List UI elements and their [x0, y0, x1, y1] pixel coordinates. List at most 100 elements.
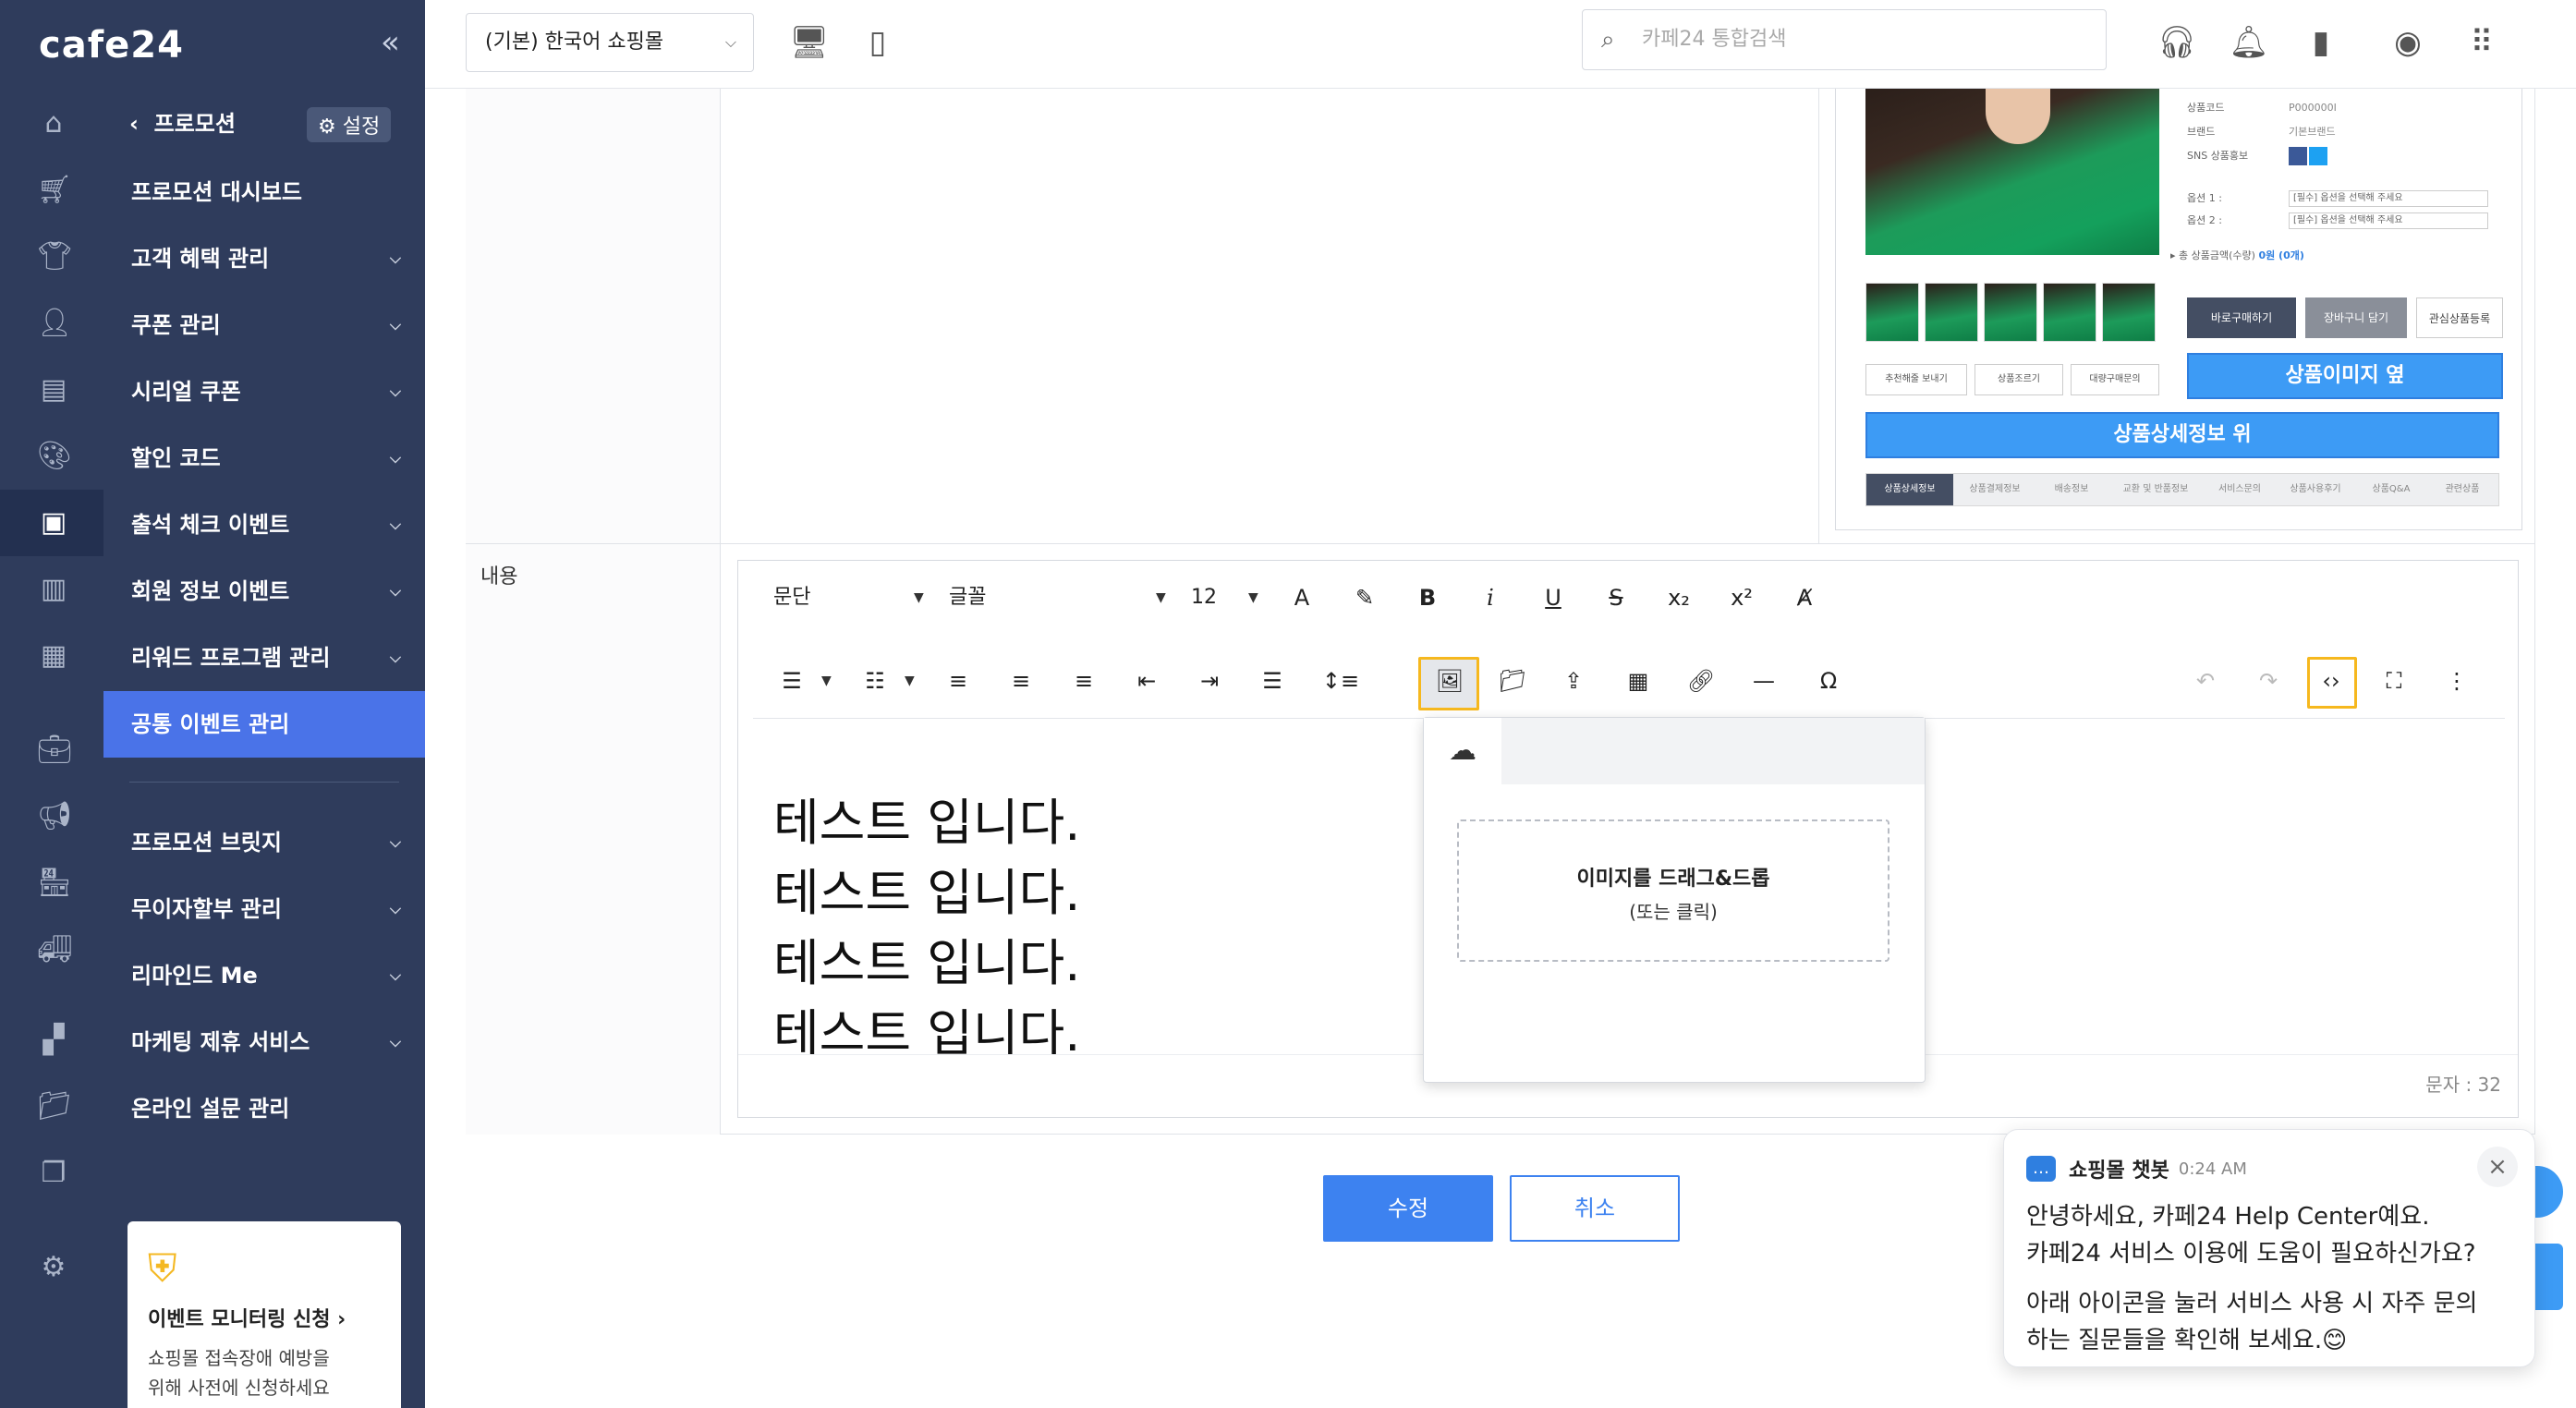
headset-icon[interactable]: 🎧︎ [2157, 22, 2197, 63]
line-height-icon[interactable]: ↕≡ [1315, 662, 1367, 699]
align-left-icon[interactable]: ≡ [940, 662, 977, 699]
excel-icon[interactable]: ▦ [37, 639, 70, 673]
outdent-icon[interactable]: ⇤ [1128, 662, 1165, 699]
link-icon[interactable]: 🔗︎ [1683, 662, 1719, 699]
ordered-list-icon[interactable]: ☰ [773, 662, 810, 699]
align-right-icon[interactable]: ≡ [1065, 662, 1102, 699]
nav-item-promotion-dashboard[interactable]: 프로모션 대시보드 [103, 159, 425, 225]
caret-down-icon[interactable]: ▼ [905, 662, 915, 699]
horizontal-rule-icon[interactable]: — [1745, 662, 1782, 699]
apps-grid-icon[interactable]: ⠿ [2461, 22, 2502, 63]
save-button[interactable]: 수정 [1323, 1175, 1493, 1242]
font-size-select[interactable]: 12 [1191, 579, 1228, 616]
chat-launcher-edge[interactable] [2535, 1244, 2563, 1310]
image-icon[interactable]: 🖼︎ [1429, 662, 1470, 699]
bookmark-icon[interactable]: ▮ [2301, 22, 2341, 63]
tablet-icon[interactable]: ▯ [857, 22, 898, 63]
chat-bubble-icon: … [2026, 1156, 2056, 1182]
nav-item-promotion-bridge[interactable]: 프로모션 브릿지 ⌵ [103, 809, 425, 876]
paragraph-select[interactable]: 문단 [773, 579, 875, 616]
underline-icon[interactable]: U [1535, 579, 1572, 616]
font-select[interactable]: 글꼴 [949, 579, 1051, 616]
collapse-sidebar-button[interactable]: « [381, 24, 400, 61]
editor-body[interactable]: 테스트 입니다. 테스트 입니다. 테스트 입니다. 테스트 입니다. [773, 788, 1080, 1069]
event-monitoring-card[interactable]: ⛨ 이벤트 모니터링 신청 › 쇼핑몰 접속장애 예방을 위해 사전에 신청하세요 [128, 1221, 401, 1408]
cell-separator [1818, 89, 1819, 543]
strikethrough-icon[interactable]: S [1598, 579, 1634, 616]
close-icon[interactable]: × [2477, 1147, 2518, 1187]
cloud-upload-icon[interactable]: ☁ [1424, 718, 1501, 784]
indent-icon[interactable]: ⇥ [1191, 662, 1228, 699]
nav-item-discount-code[interactable]: 할인 코드 ⌵ [103, 425, 425, 492]
shirt-icon[interactable]: 👕︎ [37, 240, 72, 273]
bell-icon[interactable]: 🔔︎ [2229, 22, 2269, 63]
option2-select: [필수] 옵션을 선택해 주세요 [2289, 212, 2488, 229]
nav-item-online-survey[interactable]: 온라인 설문 관리 [103, 1075, 425, 1142]
image-drop-zone[interactable]: 이미지를 드래그&드롭 (또는 클릭) [1457, 819, 1889, 962]
chatbot-popup[interactable]: … 쇼핑몰 챗봇 0:24 AM × 안녕하세요, 카페24 Help Center… [2003, 1129, 2535, 1367]
nav-item-interest-free[interactable]: 무이자할부 관리 ⌵ [103, 876, 425, 942]
caret-down-icon[interactable]: ▼ [1156, 579, 1166, 616]
caret-down-icon[interactable]: ▼ [821, 662, 832, 699]
nav-item-marketing-partner[interactable]: 마케팅 제휴 서비스 ⌵ [103, 1009, 425, 1075]
caret-down-icon[interactable]: ▼ [914, 579, 924, 616]
justify-icon[interactable]: ☰ [1254, 662, 1291, 699]
folder-plus-icon[interactable]: 📁︎ [37, 1090, 72, 1123]
nav-item-reward-program[interactable]: 리워드 프로그램 관리 ⌵ [103, 625, 425, 691]
apps-add-icon[interactable]: ▞ [37, 1024, 70, 1057]
special-char-icon[interactable]: Ω [1810, 662, 1847, 699]
mall-select[interactable]: (기본) 한국어 쇼핑몰 ⌵ [466, 13, 754, 72]
nav-item-attendance-event[interactable]: 출석 체크 이벤트 ⌵ [103, 492, 425, 558]
bullet-list-icon[interactable]: ☷ [857, 662, 893, 699]
chart-icon[interactable]: ▥ [37, 573, 70, 606]
nav-item-serial-coupon[interactable]: 시리얼 쿠폰 ⌵ [103, 358, 425, 425]
document-icon[interactable]: ▤ [37, 373, 70, 407]
code-view-icon[interactable]: ‹› [2313, 662, 2350, 699]
copy-icon[interactable]: ❐ [37, 1157, 70, 1190]
nav-item-common-event[interactable]: 공통 이벤트 관리 [103, 691, 425, 758]
folder-icon[interactable]: 📁︎ [1494, 662, 1531, 699]
nav-item-coupon[interactable]: 쿠폰 관리 ⌵ [103, 292, 425, 358]
search-input[interactable]: ⌕ 카페24 통합검색 [1582, 9, 2107, 70]
megaphone-icon[interactable]: 📢︎ [37, 800, 72, 833]
person-icon[interactable]: 👤︎ [37, 307, 72, 340]
nav-item-remind-me[interactable]: 리마인드 Me ⌵ [103, 942, 425, 1009]
cancel-button[interactable]: 취소 [1510, 1175, 1680, 1242]
undo-icon[interactable]: ↶ [2187, 662, 2224, 699]
coupon-icon[interactable]: ▣ [37, 506, 70, 540]
palette-icon[interactable]: 🎨︎ [37, 440, 72, 473]
more-options-icon[interactable]: ⋮ [2438, 662, 2475, 699]
thumb-1 [1865, 283, 1919, 342]
truck-icon[interactable]: 🚚︎ [37, 933, 72, 966]
caret-down-icon[interactable]: ▼ [1248, 579, 1258, 616]
bold-icon[interactable]: B [1409, 579, 1446, 616]
event-monitoring-title[interactable]: 이벤트 모니터링 신청 › [148, 1303, 381, 1332]
table-icon[interactable]: ▦ [1620, 662, 1657, 699]
subscript-icon[interactable]: x₂ [1660, 579, 1697, 616]
fullscreen-icon[interactable]: ⛶ [2376, 662, 2412, 699]
home-icon[interactable]: ⌂ [37, 107, 70, 140]
redo-icon[interactable]: ↷ [2250, 662, 2287, 699]
preview-tab: 상품결제정보 [1969, 484, 2021, 494]
superscript-icon[interactable]: x² [1723, 579, 1760, 616]
shop-icon[interactable]: 🏪︎ [37, 867, 72, 900]
nav-back-promotion[interactable]: ‹ 프로모션 [129, 105, 236, 138]
highlight-icon[interactable]: ✎ [1346, 579, 1383, 616]
cafe24-logo[interactable]: cafe24 [39, 24, 184, 67]
cart-icon[interactable]: 🛒︎ [37, 174, 72, 207]
chatbot-name: 쇼핑몰 챗봇 [2069, 1159, 2169, 1183]
option1-label: 옵션 1 : [2187, 192, 2222, 204]
account-icon[interactable]: ◉ [2388, 22, 2428, 63]
briefcase-icon[interactable]: 💼︎ [37, 734, 72, 767]
text-color-icon[interactable]: A [1283, 579, 1320, 616]
clear-format-icon[interactable]: Ⱥ [1786, 579, 1823, 616]
nav-item-member-info-event[interactable]: 회원 정보 이벤트 ⌵ [103, 558, 425, 625]
align-center-icon[interactable]: ≡ [1002, 662, 1039, 699]
nav-settings-button[interactable]: ⚙ 설정 [307, 107, 392, 142]
nav-item-customer-benefit[interactable]: 고객 혜택 관리 ⌵ [103, 225, 425, 292]
upload-icon[interactable]: ⇪ [1555, 662, 1592, 699]
italic-icon[interactable]: i [1472, 579, 1509, 616]
desktop-icon[interactable]: 🖥︎ [789, 22, 830, 63]
product-meta-values: P000000I 기본브랜드 [2289, 96, 2337, 168]
gear-icon[interactable]: ⚙ [37, 1251, 70, 1284]
